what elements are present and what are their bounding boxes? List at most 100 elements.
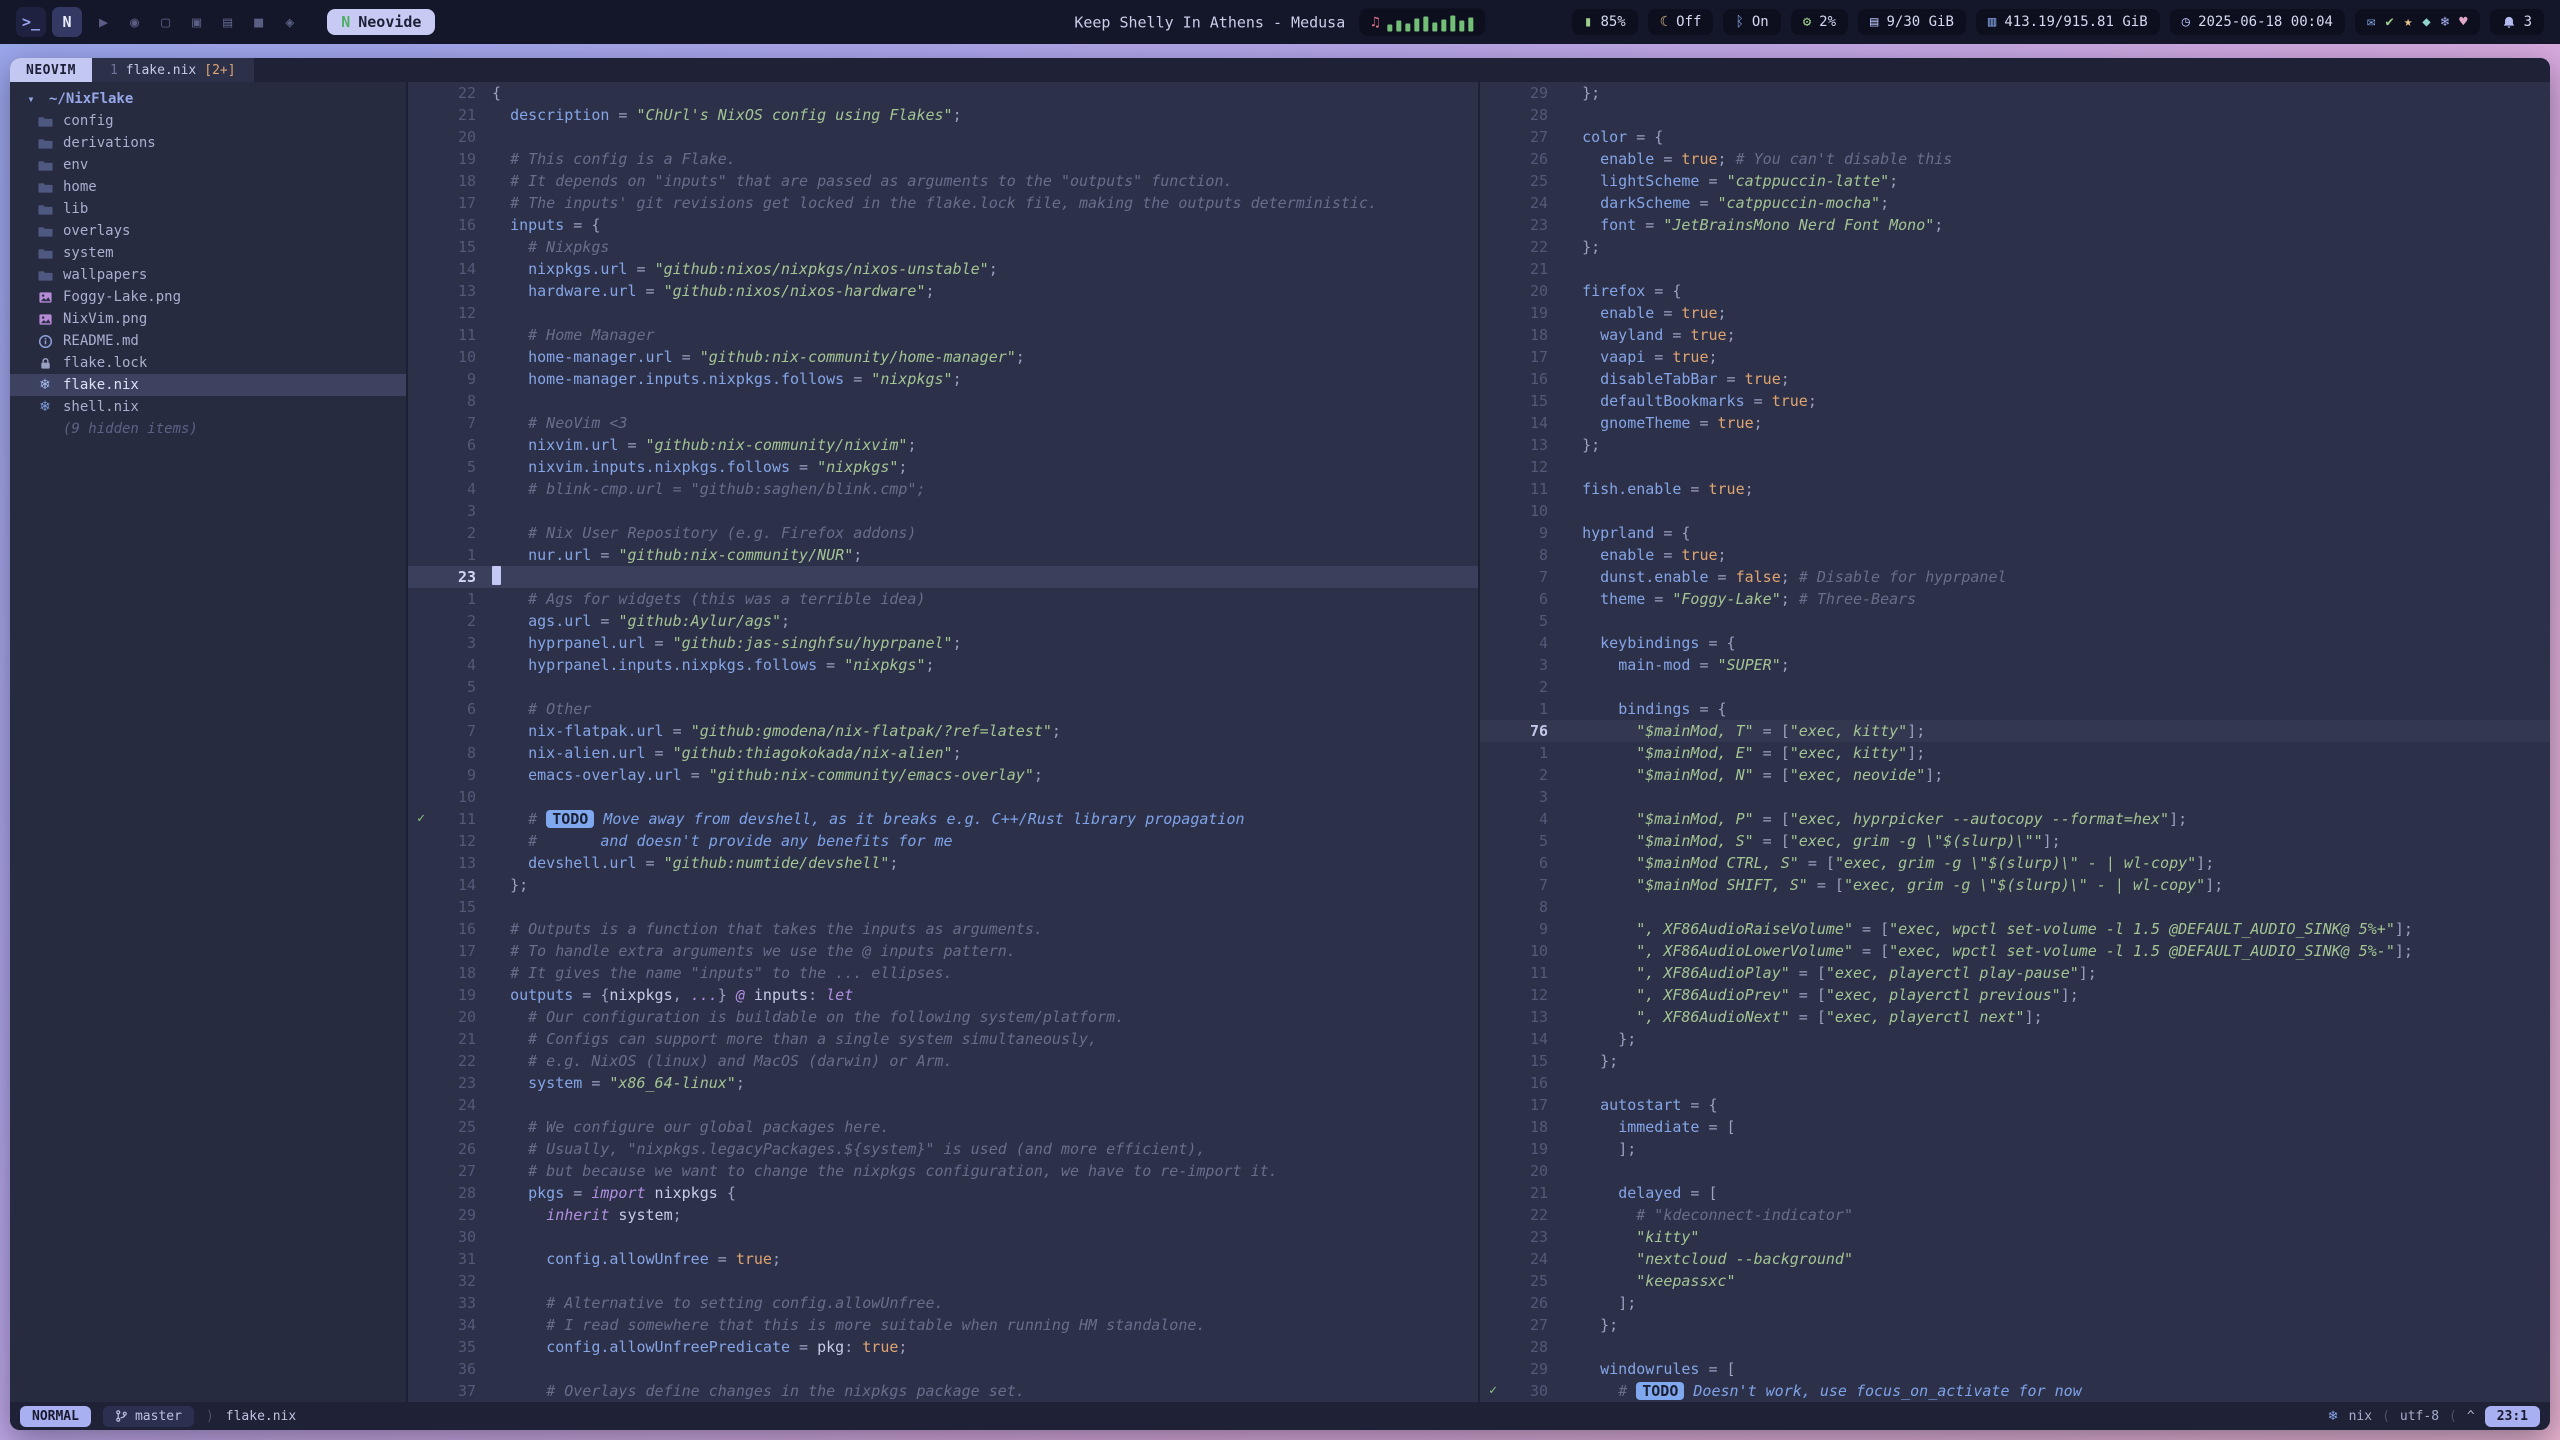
code-line[interactable]: 17 autostart = { xyxy=(1480,1094,2550,1116)
code-line[interactable]: 10 xyxy=(1480,500,2550,522)
code-line[interactable]: 28 xyxy=(1480,1336,2550,1358)
code-line[interactable]: 1 # Ags for widgets (this was a terrible… xyxy=(408,588,1478,610)
workspace-icon[interactable]: ▣ xyxy=(192,13,201,31)
code-line[interactable]: 26 # Usually, "nixpkgs.legacyPackages.${… xyxy=(408,1138,1478,1160)
code-line[interactable]: 19 # This config is a Flake. xyxy=(408,148,1478,170)
code-line[interactable]: 23 font = "JetBrainsMono Nerd Font Mono"… xyxy=(1480,214,2550,236)
tree-item-wallpapers[interactable]: wallpapers xyxy=(10,264,406,286)
code-line[interactable]: 19 outputs = {nixpkgs, ...} @ inputs: le… xyxy=(408,984,1478,1006)
mail-tray-icon[interactable]: ✉ xyxy=(2367,14,2375,30)
tab-flake-nix[interactable]: 1 flake.nix [2+] xyxy=(92,58,254,82)
tree-item-derivations[interactable]: derivations xyxy=(10,132,406,154)
editor-pane-right[interactable]: 29 };2827 color = {26 enable = true; # Y… xyxy=(1480,82,2550,1402)
bluetooth-pill[interactable]: ᛒOn xyxy=(1723,9,1780,35)
code-line[interactable]: 2 # Nix User Repository (e.g. Firefox ad… xyxy=(408,522,1478,544)
code-line[interactable]: 16 inputs = { xyxy=(408,214,1478,236)
editor-pane-left[interactable]: 22{21 description = "ChUrl's NixOS confi… xyxy=(408,82,1478,1402)
code-line[interactable]: 9 hyprland = { xyxy=(1480,522,2550,544)
code-line[interactable]: 30 xyxy=(408,1226,1478,1248)
code-line[interactable]: 31 config.allowUnfree = true; xyxy=(408,1248,1478,1270)
code-line[interactable]: 25 "keepassxc" xyxy=(1480,1270,2550,1292)
code-line[interactable]: 23 "kitty" xyxy=(1480,1226,2550,1248)
code-line[interactable]: 36 xyxy=(408,1358,1478,1380)
code-line[interactable]: 28 pkgs = import nixpkgs { xyxy=(408,1182,1478,1204)
code-line[interactable]: 29 inherit system; xyxy=(408,1204,1478,1226)
code-line[interactable]: 8 enable = true; xyxy=(1480,544,2550,566)
code-line[interactable]: 13 }; xyxy=(1480,434,2550,456)
code-line[interactable]: 4 "$mainMod, P" = ["exec, hyprpicker --a… xyxy=(1480,808,2550,830)
code-line[interactable]: 14 nixpkgs.url = "github:nixos/nixpkgs/n… xyxy=(408,258,1478,280)
code-line[interactable]: 11 # Home Manager xyxy=(408,324,1478,346)
tree-item-9-hidden-items[interactable]: (9 hidden items) xyxy=(10,418,406,440)
code-line[interactable]: 29 windowrules = [ xyxy=(1480,1358,2550,1380)
code-line[interactable]: 24 xyxy=(408,1094,1478,1116)
code-line[interactable]: 15 defaultBookmarks = true; xyxy=(1480,390,2550,412)
tree-item-shell-nix[interactable]: ❄shell.nix xyxy=(10,396,406,418)
code-line[interactable]: 35 config.allowUnfreePredicate = pkg: tr… xyxy=(408,1336,1478,1358)
code-line[interactable]: 5 xyxy=(1480,610,2550,632)
code-line[interactable]: 14 }; xyxy=(1480,1028,2550,1050)
code-line[interactable]: 23 xyxy=(408,566,1478,588)
code-line[interactable]: 5 nixvim.inputs.nixpkgs.follows = "nixpk… xyxy=(408,456,1478,478)
code-line[interactable]: 27 color = { xyxy=(1480,126,2550,148)
code-line[interactable]: 17 # The inputs' git revisions get locke… xyxy=(408,192,1478,214)
neovide-window-badge[interactable]: N Neovide xyxy=(327,9,435,35)
code-line[interactable]: 6 nixvim.url = "github:nix-community/nix… xyxy=(408,434,1478,456)
tree-item-env[interactable]: env xyxy=(10,154,406,176)
music-widget[interactable]: Keep Shelly In Athens - Medusa ♫ xyxy=(1074,9,1485,36)
workspace-icon[interactable]: ▤ xyxy=(223,13,232,31)
disk-pill[interactable]: ▥413.19/915.81 GiB xyxy=(1976,9,2160,35)
workspace-icon[interactable]: ◉ xyxy=(130,13,139,31)
code-line[interactable]: 4 keybindings = { xyxy=(1480,632,2550,654)
code-line[interactable]: 26 enable = true; # You can't disable th… xyxy=(1480,148,2550,170)
code-line[interactable]: 29 }; xyxy=(1480,82,2550,104)
code-line[interactable]: 24 darkScheme = "catppuccin-mocha"; xyxy=(1480,192,2550,214)
code-line[interactable]: 13 hardware.url = "github:nixos/nixos-ha… xyxy=(408,280,1478,302)
code-line[interactable]: 23 system = "x86_64-linux"; xyxy=(408,1072,1478,1094)
code-line[interactable]: 19 ]; xyxy=(1480,1138,2550,1160)
code-line[interactable]: 16 xyxy=(1480,1072,2550,1094)
workspace-icon[interactable]: ▢ xyxy=(161,13,170,31)
code-line[interactable]: 14 }; xyxy=(408,874,1478,896)
tree-item-config[interactable]: config xyxy=(10,110,406,132)
code-line[interactable]: 11 ", XF86AudioPlay" = ["exec, playerctl… xyxy=(1480,962,2550,984)
idle-inhibitor-pill[interactable]: ☾Off xyxy=(1648,9,1714,35)
code-line[interactable]: 13 ", XF86AudioNext" = ["exec, playerctl… xyxy=(1480,1006,2550,1028)
code-line[interactable]: 3 main-mod = "SUPER"; xyxy=(1480,654,2550,676)
code-line[interactable]: 1 nur.url = "github:nix-community/NUR"; xyxy=(408,544,1478,566)
code-line[interactable]: 26 ]; xyxy=(1480,1292,2550,1314)
code-line[interactable]: 24 "nextcloud --background" xyxy=(1480,1248,2550,1270)
code-line[interactable]: 9 home-manager.inputs.nixpkgs.follows = … xyxy=(408,368,1478,390)
code-line[interactable]: 22 # "kdeconnect-indicator" xyxy=(1480,1204,2550,1226)
code-line[interactable]: 14 gnomeTheme = true; xyxy=(1480,412,2550,434)
code-line[interactable]: 5 "$mainMod, S" = ["exec, grim -g \"$(sl… xyxy=(1480,830,2550,852)
code-line[interactable]: 3 hyprpanel.url = "github:jas-singhfsu/h… xyxy=(408,632,1478,654)
memory-pill[interactable]: ▤9/30 GiB xyxy=(1858,9,1966,35)
code-line[interactable]: 21 xyxy=(1480,258,2550,280)
code-line[interactable]: 12 ", XF86AudioPrev" = ["exec, playerctl… xyxy=(1480,984,2550,1006)
code-line[interactable]: 16 # Outputs is a function that takes th… xyxy=(408,918,1478,940)
code-line[interactable]: 22 }; xyxy=(1480,236,2550,258)
tree-item-nixvim-png[interactable]: NixVim.png xyxy=(10,308,406,330)
clock-pill[interactable]: ◷2025-06-18 00:04 xyxy=(2170,9,2345,35)
code-line[interactable]: 18 immediate = [ xyxy=(1480,1116,2550,1138)
heart-tray-icon[interactable]: ♥ xyxy=(2459,14,2467,30)
tree-item-system[interactable]: system xyxy=(10,242,406,264)
star-tray-icon[interactable]: ★ xyxy=(2404,14,2412,30)
code-line[interactable]: 8 xyxy=(408,390,1478,412)
diamond-tray-icon[interactable]: ◆ xyxy=(2422,14,2430,30)
tree-item-nixflake[interactable]: ▾~/NixFlake xyxy=(10,88,406,110)
tree-item-readme-md[interactable]: README.md xyxy=(10,330,406,352)
code-line[interactable]: 7 nix-flatpak.url = "github:gmodena/nix-… xyxy=(408,720,1478,742)
code-line[interactable]: 11 fish.enable = true; xyxy=(1480,478,2550,500)
code-line[interactable]: 22 # e.g. NixOS (linux) and MacOS (darwi… xyxy=(408,1050,1478,1072)
terminal-workspace-icon[interactable]: >_ xyxy=(16,7,46,37)
code-line[interactable]: 15 # Nixpkgs xyxy=(408,236,1478,258)
code-line[interactable]: 5 xyxy=(408,676,1478,698)
code-line[interactable]: 15 }; xyxy=(1480,1050,2550,1072)
workspace-icon[interactable]: ◈ xyxy=(285,13,294,31)
cpu-pill[interactable]: ⚙2% xyxy=(1791,9,1848,35)
code-line[interactable]: 27 # but because we want to change the n… xyxy=(408,1160,1478,1182)
code-line[interactable]: 28 xyxy=(1480,104,2550,126)
tree-item-flake-nix[interactable]: ❄flake.nix xyxy=(10,374,406,396)
